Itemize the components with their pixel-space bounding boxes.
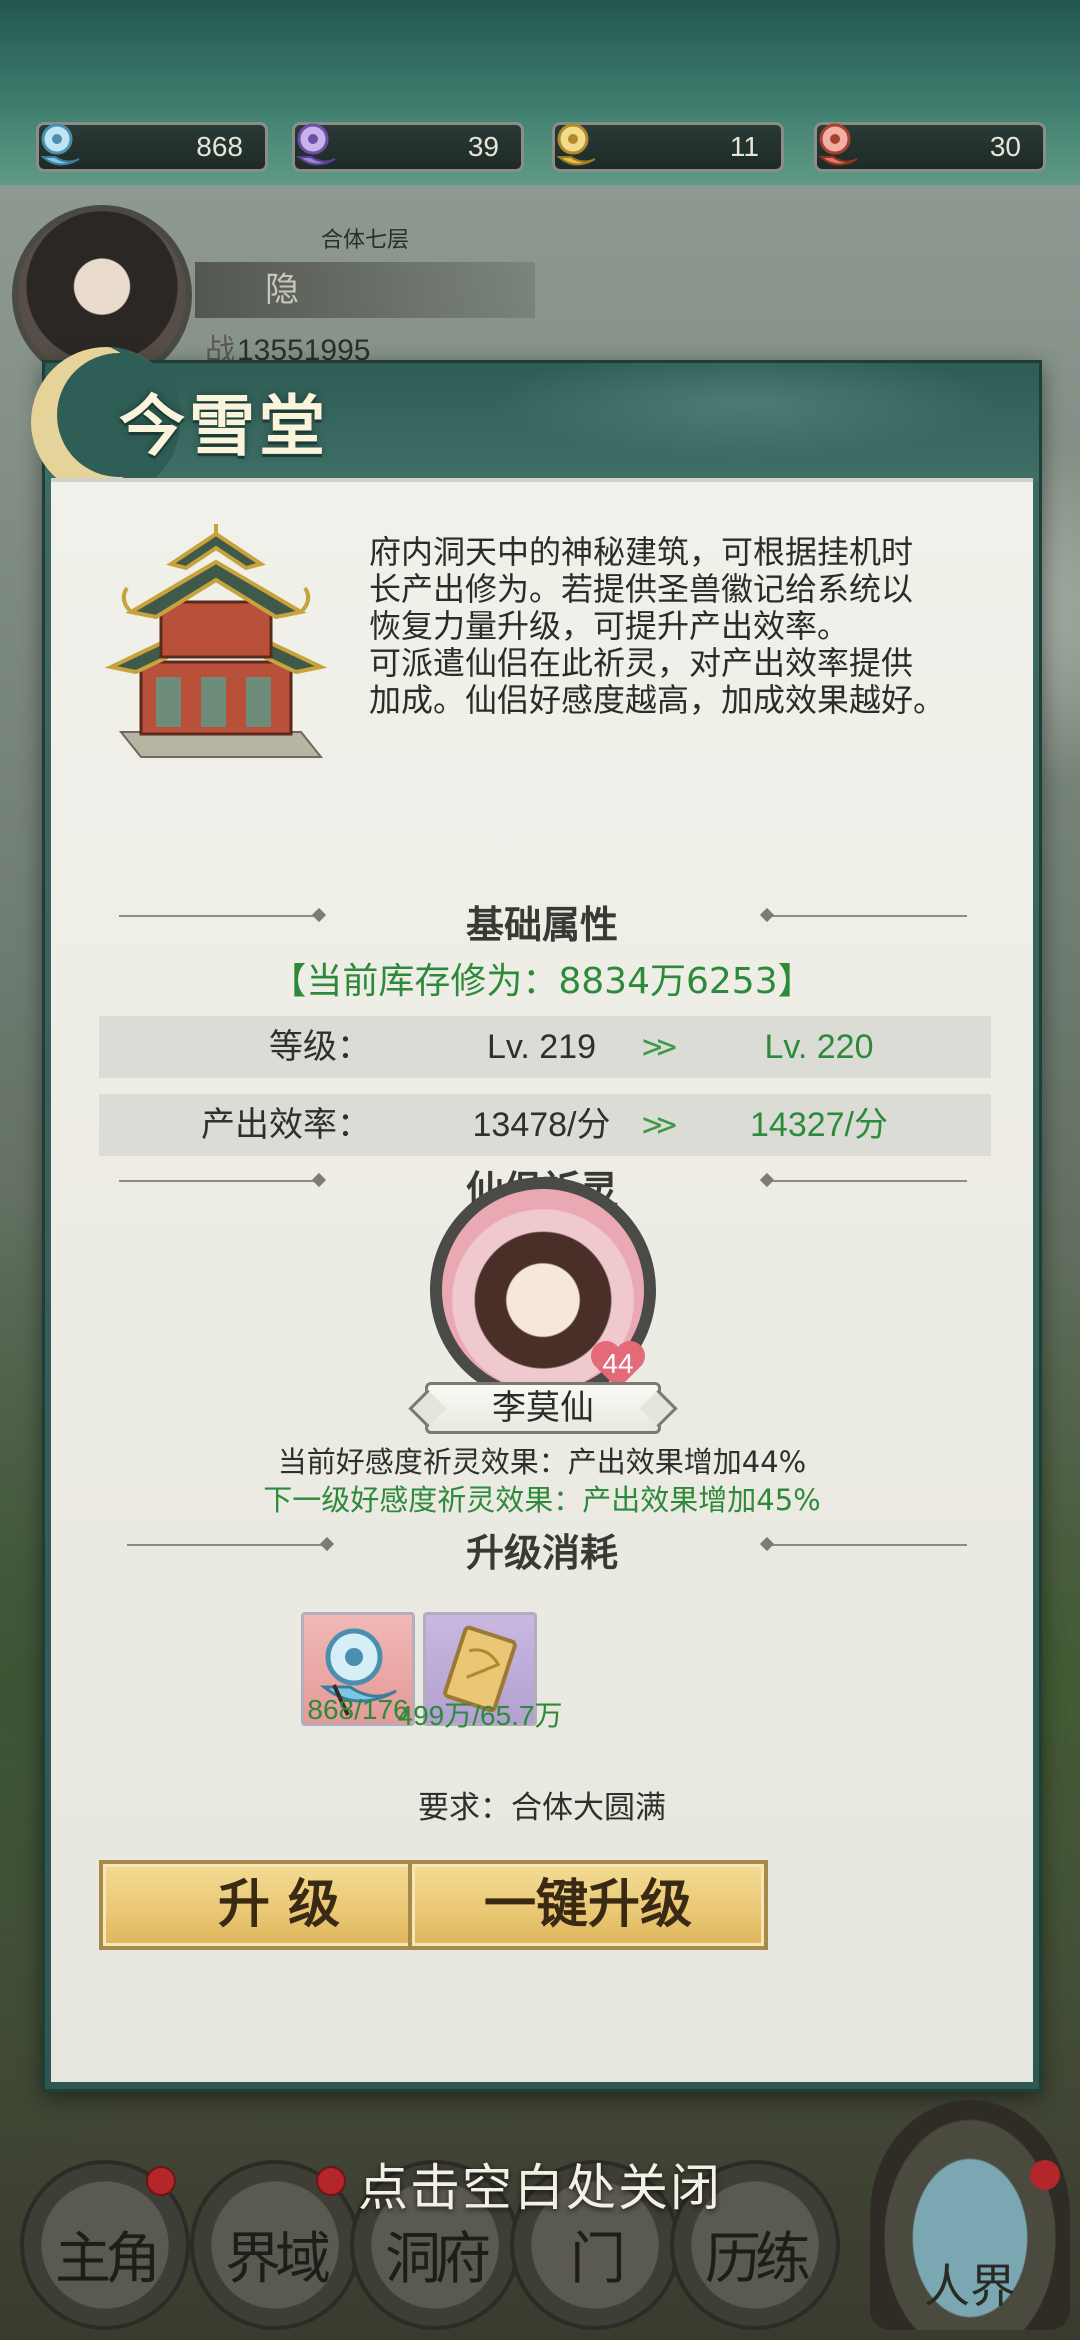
output-rate-next: 14327/分 — [750, 1106, 888, 1144]
player-name: 隐 — [195, 262, 535, 318]
nav-label: 门 — [570, 2227, 626, 2292]
output-rate-label: 产出效率： — [201, 1105, 371, 1145]
output-rate-row: 产出效率： 13478/分 >> 14327/分 — [99, 1094, 991, 1156]
partner-name-plate: 李莫仙 — [425, 1382, 661, 1434]
building-modal: 今雪堂 府内洞天中的神秘建筑，可根据挂机时 长产出修为。若提供圣兽徽记给系统以 … — [31, 347, 1042, 2092]
current-effect: 当前好感度祈灵效果：产出效果增加44% — [277, 1445, 807, 1479]
currency-value-gold: 11 — [729, 131, 759, 162]
close-hint: 点击空白处关闭 — [358, 2159, 722, 2217]
currency-slot-purple[interactable]: 39 — [292, 122, 524, 172]
modal-body: 府内洞天中的神秘建筑，可根据挂机时 长产出修为。若提供圣兽徽记给系统以 恢复力量… — [51, 478, 1033, 2082]
building-description: 府内洞天中的神秘建筑，可根据挂机时 长产出修为。若提供圣兽徽记给系统以 恢复力量… — [369, 534, 1009, 719]
description-line: 恢复力量升级，可提升产出效率。 — [369, 607, 850, 645]
double-arrow-icon: >> — [642, 1105, 677, 1145]
pagoda-building-icon — [104, 524, 328, 758]
currency-value-blue: 868 — [196, 131, 243, 162]
upgrade-cost-title: 升级消耗 — [465, 1530, 618, 1575]
red-spirit-gem-icon — [818, 123, 858, 166]
modal-title: 今雪堂 — [119, 387, 329, 465]
currency-slot-blue[interactable]: 868 — [36, 122, 268, 172]
description-line: 可派遣仙侣在此祈灵，对产出效率提供 — [369, 644, 914, 682]
upgrade-requirement: 要求：合体大圆满 — [418, 1790, 666, 1826]
upgrade-button[interactable]: 升 级 — [99, 1860, 459, 1950]
affection-value: 44 — [602, 1348, 634, 1379]
level-current: Lv. 219 — [486, 1028, 596, 1066]
portal-label: 人界 — [924, 2259, 1016, 2313]
level-next: Lv. 220 — [764, 1028, 874, 1066]
divider-right — [767, 1544, 967, 1546]
description-line: 加成。仙侣好感度越高，加成效果越好。 — [369, 681, 946, 719]
nav-label: 主角 — [55, 2227, 161, 2292]
purple-spirit-gem-icon — [296, 123, 336, 166]
description-line: 长产出修为。若提供圣兽徽记给系统以 — [369, 570, 914, 608]
level-row: 等级： Lv. 219 >> Lv. 220 — [99, 1016, 991, 1078]
double-arrow-icon: >> — [642, 1027, 677, 1067]
divider-right — [767, 1180, 967, 1182]
next-effect: 下一级好感度祈灵效果：产出效果增加45% — [263, 1483, 821, 1517]
partner-portrait[interactable]: 44 — [430, 1177, 656, 1403]
level-label: 等级： — [269, 1027, 371, 1067]
player-realm: 合体七层 — [320, 228, 409, 253]
currency-value-purple: 39 — [467, 131, 499, 162]
blue-spirit-gem-icon — [40, 123, 80, 166]
current-stock: 【当前库存修为：8834万6253】 — [270, 961, 814, 1002]
currency-slot-gold[interactable]: 11 — [552, 122, 784, 172]
currency-bar: 868 39 11 30 — [0, 0, 1080, 185]
one-key-upgrade-button[interactable]: 一键升级 — [408, 1860, 768, 1950]
currency-slot-red[interactable]: 30 — [814, 122, 1046, 172]
output-rate-current: 13478/分 — [472, 1106, 611, 1144]
description-line: 府内洞天中的神秘建筑，可根据挂机时 — [369, 533, 914, 571]
nav-label: 界域 — [225, 2227, 331, 2292]
cost-qty-gold-token: 499万/65.7万 — [397, 1700, 563, 1731]
nav-label: 洞府 — [385, 2227, 491, 2292]
basic-attributes-title: 基础属性 — [465, 902, 618, 947]
partner-name: 李莫仙 — [492, 1388, 594, 1428]
nav-label: 历练 — [705, 2227, 811, 2292]
divider-right — [767, 915, 967, 917]
gold-spirit-gem-icon — [556, 123, 596, 166]
currency-value-red: 30 — [989, 131, 1021, 162]
